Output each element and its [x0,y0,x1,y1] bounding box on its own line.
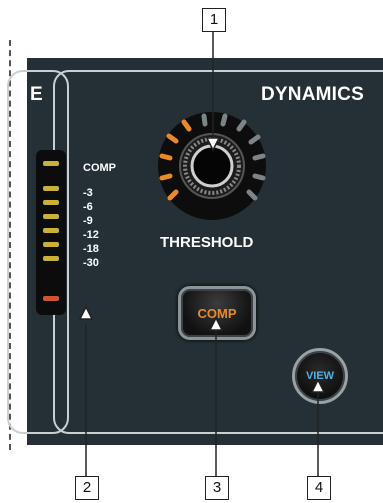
callout-1: 1 [202,8,226,32]
callout-4: 4 [307,476,331,500]
callout-2: 2 [75,476,99,500]
callout-3: 3 [205,476,229,500]
callout-lines [78,30,326,476]
